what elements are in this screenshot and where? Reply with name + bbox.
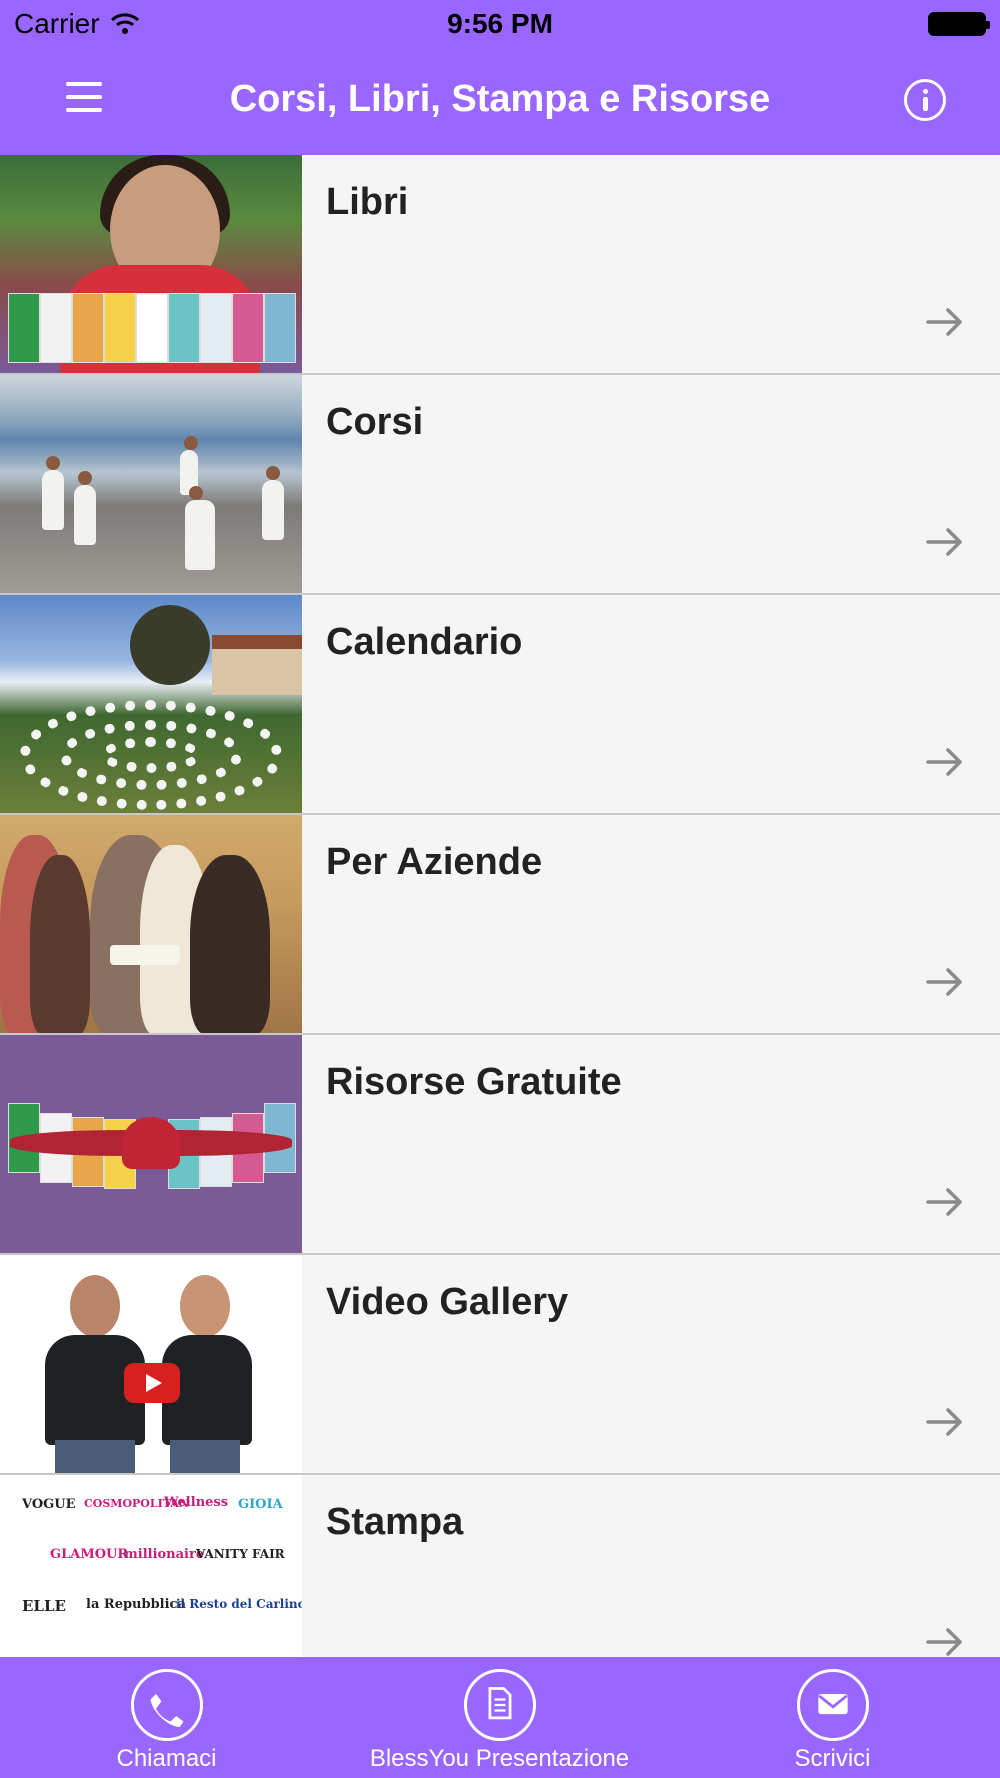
risorse-gratuite-thumbnail (0, 1035, 302, 1253)
play-icon (124, 1363, 180, 1403)
calendario-thumbnail (0, 595, 302, 813)
page-title: Corsi, Libri, Stampa e Risorse (229, 78, 771, 120)
list-item-corsi[interactable]: Corsi (0, 375, 1000, 595)
nav-bar: Corsi, Libri, Stampa e Risorse (0, 50, 1000, 155)
document-icon (463, 1669, 536, 1741)
list-item-label: Calendario (326, 621, 523, 663)
press-logo: GIOIA (238, 1497, 283, 1512)
libri-thumbnail (0, 155, 302, 373)
press-logo: il Resto del Carlino (176, 1597, 302, 1611)
arrow-right-icon (926, 1628, 962, 1656)
arrow-right-icon (926, 748, 962, 776)
list-item-libri[interactable]: Libri (0, 155, 1000, 375)
corsi-thumbnail (0, 375, 302, 593)
status-time: 9:56 PM (447, 8, 553, 39)
list-item-stampa[interactable]: VOGUE COSMOPOLITAN Wellness GIOIA GLAMOU… (0, 1475, 1000, 1657)
status-bar: Carrier 9:56 PM (0, 0, 1000, 50)
menu-list: Libri Corsi Calendario Per Aziende Risor… (0, 155, 1000, 1657)
tab-bar: Chiamaci BlessYou Presentazione Scrivici (0, 1657, 1000, 1778)
list-item-label: Stampa (326, 1501, 464, 1543)
arrow-right-icon (926, 528, 962, 556)
tab-scrivici[interactable]: Scrivici (666, 1657, 999, 1778)
tab-label: Scrivici (794, 1745, 871, 1772)
list-item-label: Risorse Gratuite (326, 1061, 622, 1103)
press-logo: ELLE (22, 1597, 66, 1615)
list-item-label: Corsi (326, 401, 424, 443)
arrow-right-icon (926, 1188, 962, 1216)
list-item-label: Libri (326, 181, 409, 223)
list-item-risorse-gratuite[interactable]: Risorse Gratuite (0, 1035, 1000, 1255)
arrow-right-icon (926, 1408, 962, 1436)
press-logo: millionaire (124, 1547, 205, 1562)
list-item-video-gallery[interactable]: Video Gallery (0, 1255, 1000, 1475)
press-logo: Wellness (164, 1495, 229, 1510)
battery-icon (928, 12, 990, 36)
arrow-right-icon (926, 308, 962, 336)
press-logo: VOGUE (22, 1497, 76, 1512)
info-icon[interactable] (904, 79, 946, 121)
press-logo: GLAMOUR (50, 1547, 129, 1562)
press-logo: VANITY FAIR (196, 1547, 285, 1561)
video-gallery-thumbnail (0, 1255, 302, 1473)
press-logo: la Repubblica (86, 1597, 186, 1612)
list-item-label: Per Aziende (326, 841, 543, 883)
per-aziende-thumbnail (0, 815, 302, 1033)
tab-chiamaci[interactable]: Chiamaci (0, 1657, 333, 1778)
phone-icon (130, 1669, 203, 1741)
arrow-right-icon (926, 968, 962, 996)
tab-blessyou-presentazione[interactable]: BlessYou Presentazione (333, 1657, 666, 1778)
list-item-per-aziende[interactable]: Per Aziende (0, 815, 1000, 1035)
list-item-label: Video Gallery (326, 1281, 569, 1323)
envelope-icon (796, 1669, 869, 1741)
tab-label: Chiamaci (116, 1745, 217, 1772)
list-item-calendario[interactable]: Calendario (0, 595, 1000, 815)
tab-label: BlessYou Presentazione (369, 1745, 630, 1772)
stampa-thumbnail: VOGUE COSMOPOLITAN Wellness GIOIA GLAMOU… (0, 1475, 302, 1657)
